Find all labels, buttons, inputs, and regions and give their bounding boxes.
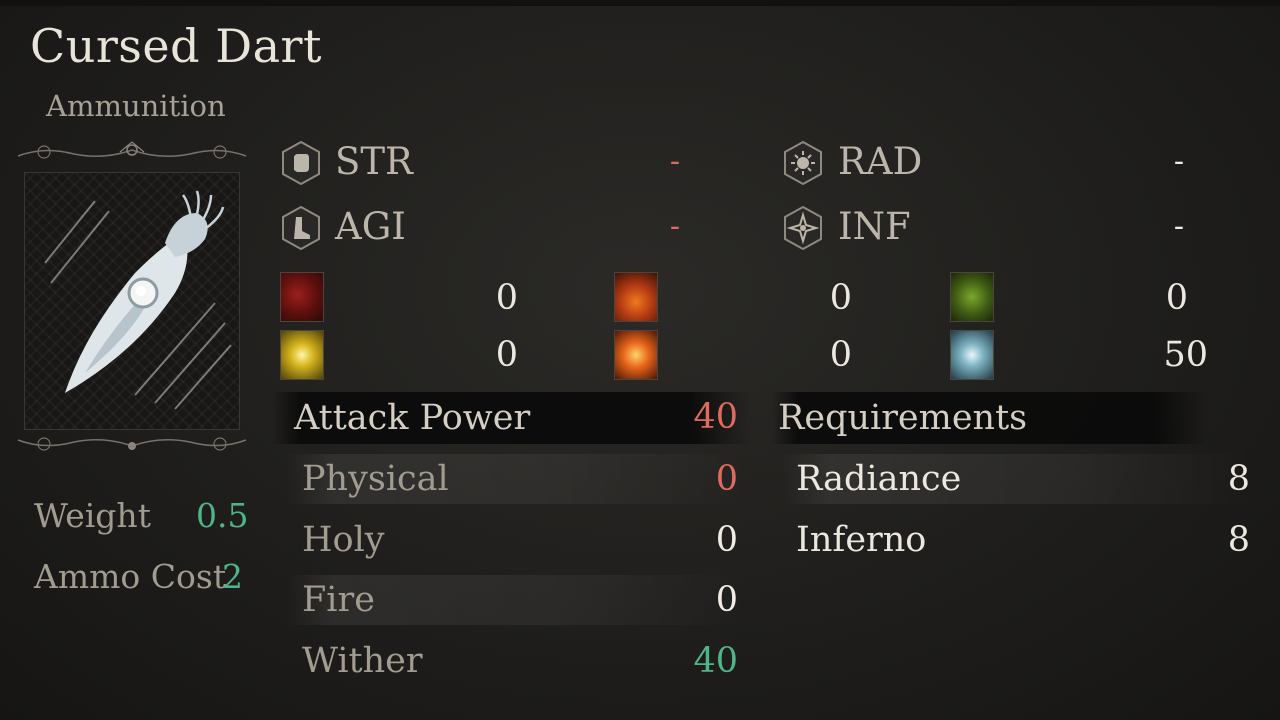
stat-value-rad: - — [1173, 144, 1184, 179]
damage-label-physical: Physical — [302, 459, 449, 499]
stat-value-inf: - — [1173, 209, 1184, 244]
requirement-value-inferno: 8 — [1227, 520, 1250, 560]
wither-frost-icon — [950, 330, 994, 380]
affinity-value-poison: 0 — [1165, 278, 1188, 318]
damage-label-holy: Holy — [302, 520, 385, 560]
ammo-cost-value: 2 — [222, 557, 243, 596]
frame-bottom-ornament — [17, 437, 247, 451]
attack-power-total: 40 — [693, 397, 738, 437]
inferno-star-icon — [784, 205, 822, 251]
radiance-sun-icon — [784, 140, 822, 186]
stat-name-rad: RAD — [838, 140, 923, 183]
bleed-icon — [280, 272, 324, 322]
requirement-value-radiance: 8 — [1227, 459, 1250, 499]
top-edge-band — [0, 0, 1280, 6]
agility-boot-icon — [282, 205, 320, 251]
stat-name-inf: INF — [838, 205, 911, 248]
affinity-value-wither: 50 — [1163, 335, 1208, 375]
damage-label-fire: Fire — [302, 580, 375, 620]
requirement-label-inferno: Inferno — [796, 520, 927, 560]
damage-value-fire: 0 — [715, 580, 738, 620]
item-name: Cursed Dart — [30, 19, 322, 73]
stat-value-str: - — [669, 144, 680, 179]
damage-value-holy: 0 — [715, 520, 738, 560]
stat-name-agi: AGI — [335, 205, 406, 248]
explosion-icon — [614, 330, 658, 380]
weight-label: Weight — [34, 496, 151, 535]
affinity-value-holy: 0 — [495, 335, 518, 375]
affinity-value-explosion: 0 — [829, 335, 852, 375]
damage-label-wither: Wither — [302, 641, 423, 681]
damage-value-wither: 40 — [693, 641, 738, 681]
attack-power-header: Attack Power — [294, 398, 531, 438]
burn-icon — [614, 272, 658, 322]
frame-top-ornament — [17, 141, 247, 159]
item-category: Ammunition — [46, 89, 226, 123]
poison-icon — [950, 272, 994, 322]
affinity-value-burn: 0 — [829, 278, 852, 318]
damage-value-physical: 0 — [715, 459, 738, 499]
holy-light-icon — [280, 330, 324, 380]
item-image-frame — [24, 172, 240, 430]
strength-fist-icon — [282, 140, 320, 186]
stat-value-agi: - — [669, 209, 680, 244]
cursed-dart-icon — [44, 190, 232, 410]
requirements-header: Requirements — [778, 398, 1028, 438]
ammo-cost-label: Ammo Cost — [34, 557, 227, 596]
weight-value: 0.5 — [196, 496, 249, 535]
affinity-value-bleed: 0 — [495, 278, 518, 318]
requirement-label-radiance: Radiance — [796, 459, 962, 499]
stat-name-str: STR — [335, 140, 413, 183]
